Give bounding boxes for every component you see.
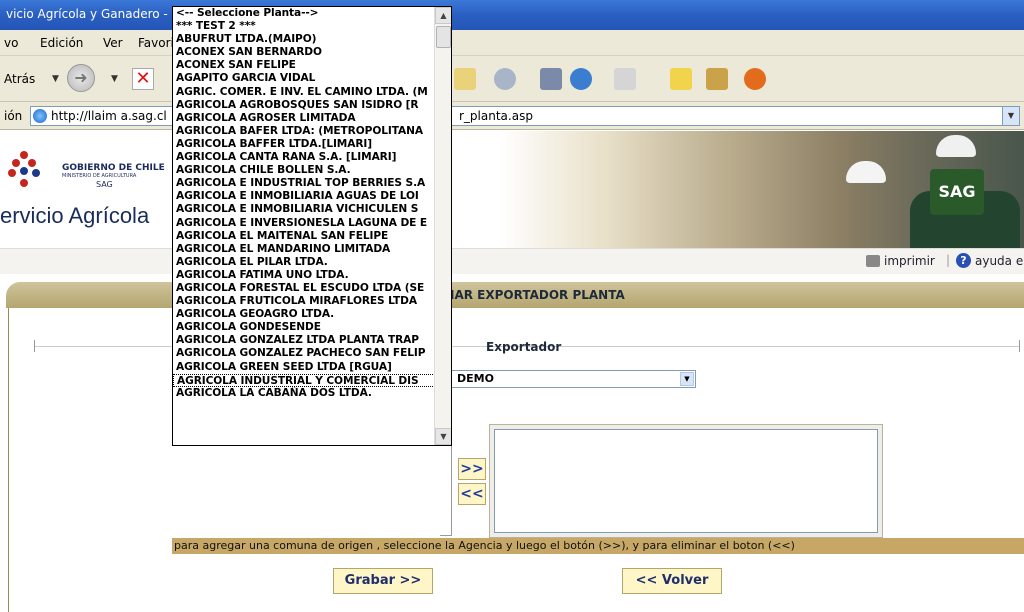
back-button[interactable]: Atrás	[4, 72, 35, 86]
print-link[interactable]: imprimir	[884, 254, 935, 268]
planta-option[interactable]: AGRICOLA GREEN SEED LTDA [RGUA]	[173, 361, 435, 374]
scroll-down-icon[interactable]: ▼	[435, 428, 451, 445]
favorites-icon[interactable]	[454, 68, 476, 90]
address-url-start: http://llaim a.sag.cl	[51, 109, 167, 123]
hint-text: para agregar una comuna de origen , sele…	[174, 539, 795, 552]
planta-option[interactable]: AGRICOLA FATIMA UNO LTDA.	[173, 269, 435, 282]
planta-option[interactable]: AGRICOLA E INDUSTRIAL TOP BERRIES S.A	[173, 177, 435, 190]
back-page-button[interactable]: << Volver	[622, 568, 722, 594]
planta-option[interactable]: AGRIC. COMER. E INV. EL CAMINO LTDA. (M	[173, 86, 435, 99]
planta-options: <-- Seleccione Planta--> *** TEST 2 *** AB…	[173, 7, 435, 400]
sag-acronym: SAG	[96, 180, 113, 189]
address-url-end: r_planta.asp	[459, 109, 533, 123]
planta-option[interactable]: AGRICOLA CANTA RANA S.A. [LIMARI]	[173, 151, 435, 164]
menu-favoritos[interactable]: Favori	[138, 36, 174, 50]
page-title-bar: IAR EXPORTADOR PLANTA	[6, 282, 1024, 308]
stop-button[interactable]: ✕	[132, 68, 154, 90]
edit-icon[interactable]	[614, 68, 636, 90]
planta-option[interactable]: AGRICOLA CHILE BOLLEN S.A.	[173, 164, 435, 177]
radio-icon[interactable]	[744, 68, 766, 90]
planta-option[interactable]: AGRICOLA GONZALEZ PACHECO SAN FELIP	[173, 347, 435, 360]
chevron-down-icon[interactable]: ▼	[680, 372, 694, 386]
forward-dropdown-icon[interactable]: ▼	[111, 74, 118, 84]
forward-button[interactable]: ➜	[67, 64, 95, 92]
window-title-bar: vicio Agrícola y Ganadero -	[0, 0, 1024, 30]
research-icon[interactable]	[706, 68, 728, 90]
site-title: ervicio Agrícola	[0, 203, 150, 228]
planta-option[interactable]: AGRICOLA AGROBOSQUES SAN ISIDRO [R	[173, 99, 435, 112]
planta-option[interactable]: AGRICOLA FRUTICOLA MIRAFLORES LTDA	[173, 295, 435, 308]
planta-option[interactable]: AGRICOLA GONZALEZ LTDA PLANTA TRAP	[173, 334, 435, 347]
menu-edicion[interactable]: Edición	[40, 36, 83, 50]
planta-option[interactable]: AGRICOLA EL PILAR LTDA.	[173, 256, 435, 269]
planta-option[interactable]: *** TEST 2 ***	[173, 20, 435, 33]
gobierno-title: GOBIERNO DE CHILE	[62, 163, 165, 173]
utility-separator: |	[946, 253, 951, 267]
messenger-icon[interactable]	[570, 68, 592, 90]
mail-icon[interactable]	[494, 68, 516, 90]
notes-icon[interactable]	[670, 68, 692, 90]
address-dropdown-icon[interactable]: ▼	[1002, 107, 1019, 125]
menu-ver[interactable]: Ver	[103, 36, 123, 50]
printer-icon[interactable]	[866, 255, 880, 267]
planta-option[interactable]: <-- Seleccione Planta-->	[173, 7, 435, 20]
planta-option[interactable]: AGRICOLA E INMOBILIARIA VICHICULEN S	[173, 203, 435, 216]
exportador-label: Exportador	[486, 340, 562, 354]
divider-tick-left	[34, 340, 35, 352]
utility-bar: imprimir | ? ayuda e	[0, 248, 1024, 274]
back-dropdown-icon[interactable]: ▼	[52, 74, 59, 84]
selected-comunas-listbox[interactable]	[494, 429, 878, 533]
planta-option[interactable]: AGRICOLA E INMOBILIARIA AGUAS DE LOI	[173, 190, 435, 203]
planta-option[interactable]: AGRICOLA EL MAITENAL SAN FELIPE	[173, 230, 435, 243]
planta-option[interactable]: AGRICOLA E INVERSIONESLA LAGUNA DE E	[173, 217, 435, 230]
planta-option[interactable]: AGRICOLA GEOAGRO LTDA.	[173, 308, 435, 321]
planta-option[interactable]: AGRICOLA BAFFER LTDA.[LIMARI]	[173, 138, 435, 151]
divider-tick-right	[1019, 340, 1020, 352]
add-button[interactable]: >>	[458, 458, 486, 480]
sag-badge: SAG	[930, 169, 984, 215]
menu-bar: vo Edición Ver Favori	[0, 30, 1024, 56]
planta-option[interactable]: ABUFRUT LTDA.(MAIPO)	[173, 33, 435, 46]
window-title: vicio Agrícola y Ganadero -	[6, 7, 168, 21]
ministerio-title: MINISTERIO DE AGRICULTURA	[62, 173, 137, 179]
planta-option[interactable]: AGRICOLA BAFER LTDA: (METROPOLITANA	[173, 125, 435, 138]
planta-option[interactable]: ACONEX SAN BERNARDO	[173, 46, 435, 59]
help-link[interactable]: ayuda e	[975, 254, 1023, 268]
print-icon[interactable]	[540, 68, 562, 90]
dropdown-scrollbar[interactable]: ▲ ▼	[434, 7, 451, 445]
scroll-up-icon[interactable]: ▲	[435, 7, 451, 24]
page-title: IAR EXPORTADOR PLANTA	[450, 288, 625, 302]
ie-page-icon	[33, 109, 47, 123]
exportador-selected-value: DEMO	[457, 372, 494, 385]
planta-option[interactable]: AGRICOLA INDUSTRIAL Y COMERCIAL DIS	[173, 373, 435, 387]
planta-dropdown-list[interactable]: <-- Seleccione Planta--> *** TEST 2 *** AB…	[172, 6, 452, 446]
remove-button[interactable]: <<	[458, 483, 486, 505]
hint-bar: para agregar una comuna de origen , sele…	[172, 538, 1024, 554]
help-icon[interactable]: ?	[956, 253, 971, 268]
save-button[interactable]: Grabar >>	[333, 568, 433, 594]
address-bar: ión http://llaim a.sag.cl r_planta.asp ▼	[0, 102, 1024, 130]
gobierno-logo-icon	[8, 151, 44, 191]
exportador-select[interactable]: DEMO ▼	[440, 370, 696, 388]
scroll-thumb[interactable]	[436, 26, 451, 48]
content-frame-border	[8, 308, 9, 612]
planta-option[interactable]: AGRICOLA FORESTAL EL ESCUDO LTDA (SE	[173, 282, 435, 295]
address-label: ión	[4, 109, 23, 123]
planta-option[interactable]: AGAPITO GARCIA VIDAL	[173, 72, 435, 85]
planta-option[interactable]: AGRICOLA LA CABAÑA DOS LTDA.	[173, 387, 435, 400]
planta-option[interactable]: AGRICOLA GONDESENDE	[173, 321, 435, 334]
planta-option[interactable]: AGRICOLA EL MANDARINO LIMITADA	[173, 243, 435, 256]
planta-option[interactable]: ACONEX SAN FELIPE	[173, 59, 435, 72]
selected-comunas-container	[489, 424, 883, 538]
menu-archivo[interactable]: vo	[4, 36, 18, 50]
header-banner-image: SAG	[500, 131, 1024, 248]
site-header: GOBIERNO DE CHILE MINISTERIO DE AGRICULT…	[0, 131, 1024, 248]
planta-option[interactable]: AGRICOLA AGROSER LIMITADA	[173, 112, 435, 125]
browser-toolbar: Atrás ▼ ➜ ▼ ✕	[0, 56, 1024, 102]
